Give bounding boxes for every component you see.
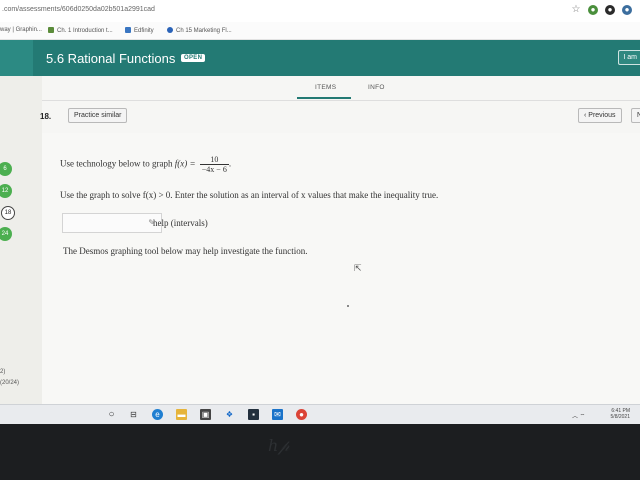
bookmark-item[interactable]: way | Graphin... xyxy=(0,27,42,33)
previous-button[interactable]: ‹ Previous xyxy=(578,108,622,123)
clock-date: 5/8/2021 xyxy=(610,414,630,420)
stray-dot xyxy=(347,305,349,307)
file-explorer-icon[interactable]: ▬ xyxy=(176,409,187,420)
bookmark-star-icon[interactable]: ☆ xyxy=(571,5,581,15)
status-badge: OPEN xyxy=(181,54,206,62)
assignment-header: 5.6 Rational Functions OPEN I am xyxy=(0,40,640,76)
active-tab-indicator xyxy=(297,97,351,99)
mail-icon[interactable]: ✉ xyxy=(272,409,283,420)
fraction-denominator: −4x − 6 xyxy=(201,165,227,174)
answer-input[interactable]: ✎ xyxy=(62,213,162,233)
current-question-badge[interactable]: 18 xyxy=(1,206,15,220)
question-badge[interactable]: 12 xyxy=(0,184,12,198)
tab-items[interactable]: ITEMS xyxy=(315,84,336,91)
help-intervals-link[interactable]: help (intervals) xyxy=(153,218,208,228)
os-taskbar: ○ ⊟ e ▬ ▣ ❖ ▪ ✉ ● ︿ ⌔ 6:41 PM 5/8/2021 xyxy=(0,404,640,424)
rational-function-fraction: 10 −4x − 6 xyxy=(199,155,229,174)
screen: .com/assessments/606d0250da02b501a2991ca… xyxy=(0,0,640,424)
store-icon[interactable]: ▣ xyxy=(200,409,211,420)
question-prompt: Use technology below to graph f(x) = 10 … xyxy=(60,155,232,174)
score-text: (20/24) xyxy=(0,380,20,386)
question-instruction: Use the graph to solve f(x) > 0. Enter t… xyxy=(60,190,439,200)
question-badge[interactable]: 6 xyxy=(0,162,12,176)
extension-icon[interactable]: ● xyxy=(588,5,598,15)
bookmarks-bar: way | Graphin... Ch. 1 Introduction t...… xyxy=(0,22,640,40)
question-badge[interactable]: 24 xyxy=(0,227,12,241)
practice-similar-button[interactable]: Practice similar xyxy=(68,108,128,123)
bookmark-item[interactable]: Ch 15 Marketing Fl... xyxy=(167,27,232,34)
laptop-bezel xyxy=(0,424,640,480)
next-button[interactable]: N xyxy=(631,108,640,123)
dropbox-icon[interactable]: ❖ xyxy=(224,409,235,420)
page-title: 5.6 Rational Functions xyxy=(46,51,176,66)
url-text[interactable]: .com/assessments/606d0250da02b501a2991ca… xyxy=(2,6,155,13)
bookmark-item[interactable]: Ch. 1 Introduction t... xyxy=(48,27,113,34)
extension-icon[interactable]: ● xyxy=(605,5,615,15)
desmos-note: The Desmos graphing tool below may help … xyxy=(63,246,308,256)
terminal-icon[interactable]: ▪ xyxy=(248,409,259,420)
edge-browser-icon[interactable]: e xyxy=(152,409,163,420)
browser-address-bar[interactable]: .com/assessments/606d0250da02b501a2991ca… xyxy=(0,0,640,23)
user-menu-button[interactable]: I am xyxy=(618,50,640,65)
system-tray-icons[interactable]: ︿ ⌔ xyxy=(572,411,585,420)
browser-extension-icons: ☆ ● ● ● xyxy=(571,5,632,15)
profile-icon[interactable]: ● xyxy=(622,5,632,15)
fraction-numerator: 10 xyxy=(199,155,229,165)
bookmark-favicon-icon xyxy=(167,27,173,33)
search-icon[interactable]: ○ xyxy=(106,409,117,420)
bookmark-item[interactable]: Edfinity xyxy=(125,27,154,34)
question-number: 18. xyxy=(40,112,52,121)
score-text: 2) xyxy=(0,369,6,375)
header-left-tab xyxy=(0,40,33,76)
question-content: Use technology below to graph f(x) = 10 … xyxy=(42,133,640,404)
question-toolbar: 18. Practice similar ‹ Previous N xyxy=(40,100,640,134)
bookmark-favicon-icon xyxy=(48,27,54,33)
chrome-icon[interactable]: ● xyxy=(296,409,307,420)
laptop-logo-icon: ℎ𝓅 xyxy=(268,436,290,455)
bookmark-favicon-icon xyxy=(125,27,131,33)
tab-info[interactable]: INFO xyxy=(368,84,385,91)
task-view-icon[interactable]: ⊟ xyxy=(128,409,139,420)
mouse-cursor-icon: ⇱ xyxy=(354,263,362,273)
clock[interactable]: 6:41 PM 5/8/2021 xyxy=(611,408,630,420)
function-label: f(x) = xyxy=(174,158,196,169)
question-navigation-rail: 6 12 18 24 2) (20/24) xyxy=(0,76,43,404)
